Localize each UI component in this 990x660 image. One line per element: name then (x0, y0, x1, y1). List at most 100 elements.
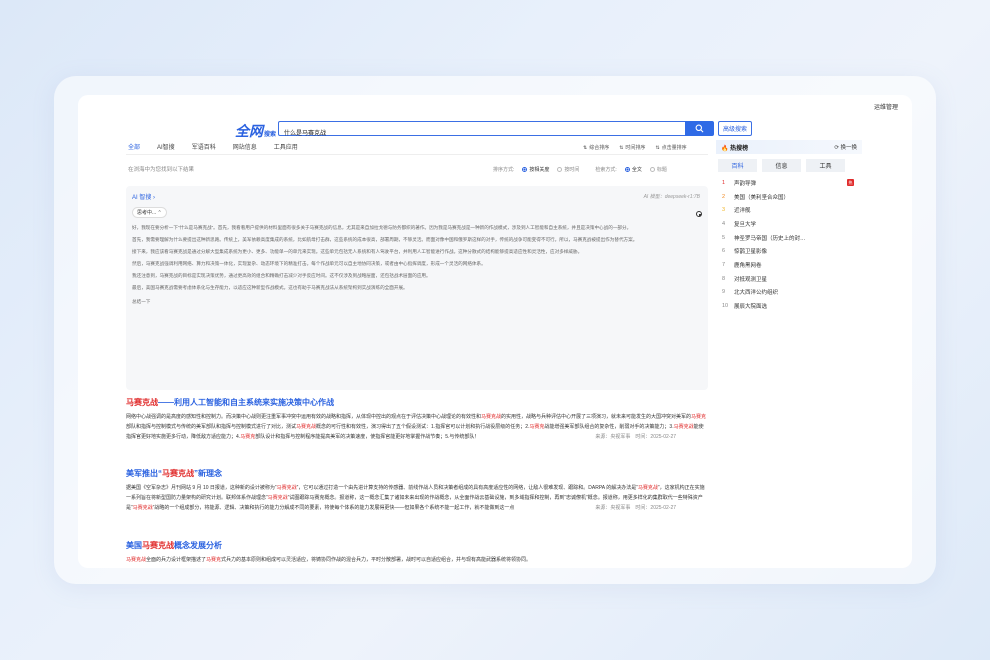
highlight-term: 马赛克战 (673, 424, 694, 430)
snippet-text: 部队和指挥与控制模式与传统的美军部队和指挥与控制模式进行了对比，测试 (126, 424, 297, 430)
search-result: 美国马赛克战概念发展分析 马赛克战全面的兵力设计框架描述了马赛克式兵力的基本原则… (126, 540, 708, 565)
hot-item[interactable]: 9 北大西洋公约组织 (722, 286, 862, 300)
ai-paragraph: 我还注意到，马赛克战的目标是实现决策优势，通过更高效的组合和精确打击减少对手反应… (132, 273, 431, 278)
highlight-term: 马赛克 (691, 414, 707, 420)
ops-management-link[interactable]: 运维管理 (874, 102, 898, 111)
hot-item[interactable]: 7 鹿角黑网卷 (722, 258, 862, 272)
hot-label: 对抵观测卫星 (734, 276, 768, 283)
highlight-term: 马赛克战 (637, 485, 658, 491)
hot-badge: 热 (847, 179, 854, 187)
snippet-text: 全面的兵力设计框架描述了 (146, 557, 207, 563)
search-result: 美军推出“马赛克战”新理念 据美国《空军杂志》月刊网站 9 月 10 日报道，这… (126, 468, 708, 513)
sort-time-radio[interactable]: 按时间 (557, 166, 579, 173)
hot-rank: 1 (722, 179, 726, 186)
result-snippet: 网络中心战强调的是高度的感知性和控制力。而决策中心战则更注重军事冲突中运用有效的… (126, 412, 708, 442)
snippet-text: 网络中心战强调的是高度的感知性和控制力。而决策中心战则更注重军事冲突中运用有效的… (126, 414, 482, 420)
highlight-term: 马赛克战 (132, 505, 153, 511)
result-title-link[interactable]: 马赛克战——利用人工智能和自主系统来实施决策中心作战 (126, 397, 708, 408)
search-box[interactable] (278, 121, 688, 139)
refresh-icon: ⟳ (834, 145, 839, 151)
highlight-term: 马赛克 (240, 434, 256, 440)
ai-paragraph: 然后，马赛克战强调利用网络、算力和决策一体化，实现复杂、动态环境下的精准打击。每… (132, 261, 486, 266)
sort-comprehensive[interactable]: 综合排序 (583, 144, 609, 151)
fire-icon: 🔥 (721, 145, 729, 152)
snippet-text: 据美国《空军杂志》月刊网站 9 月 10 日报道，这种新的设计被称为“ (126, 485, 277, 491)
hot-label: 北大西洋公约组织 (734, 290, 779, 297)
search-input[interactable] (279, 126, 659, 139)
hot-label: 展辰大院面选 (734, 304, 768, 311)
hot-label: 美国（美利坚合众国） (734, 194, 790, 201)
stop-icon[interactable] (696, 211, 702, 217)
site-logo[interactable]: 全网搜索 (235, 121, 276, 141)
hot-tab-encyclopedia[interactable]: 百科 (718, 159, 757, 172)
hot-tab-info[interactable]: 信息 (762, 159, 801, 172)
highlight-term: 马赛克战 (267, 495, 288, 501)
hot-rank: 6 (722, 248, 726, 255)
highlight-term: 马赛克 (206, 557, 222, 563)
snippet-text: ”战略的一个组成部分，将能源、逻辑、决策和执行的能力分解成不同的要素，将使每个体… (152, 505, 515, 511)
ai-model-label: AI 模型：deepseek-r1:7B (643, 194, 700, 200)
search-icon (695, 124, 704, 133)
sort-options: 综合排序 时间排序 点击量排序 (583, 144, 687, 151)
result-source: 来源：央视军事 时间：2025-02-27 (595, 434, 676, 440)
hot-item[interactable]: 10 展辰大院面选 (722, 299, 862, 313)
hot-item[interactable]: 4 复旦大学 (722, 217, 862, 231)
hot-search-header: 🔥 热搜榜 ⟳ 换一换 (716, 140, 862, 154)
hot-item[interactable]: 2 美国（美利坚合众国） (722, 190, 862, 204)
advanced-search-button[interactable]: 高级搜索 (718, 121, 752, 136)
hot-item[interactable]: 6 惊鹊卫星影像 (722, 244, 862, 258)
ai-paragraph: 好，我现在要分析一下“什么是马赛克战”。首先，我看看用户提供的材料里面有很多关于… (132, 225, 632, 230)
result-source: 来源：央视军事 时间：2025-02-27 (595, 505, 676, 511)
hot-item[interactable]: 1 声韵导弹 热 (722, 176, 862, 190)
hot-label: 近洋舰 (734, 208, 751, 215)
snippet-text: 概念的可行性和有效性，演习得出了五个假设测试：1.指挥官可以计划和执行战役层级的… (316, 424, 530, 430)
sort-clicks[interactable]: 点击量排序 (655, 144, 687, 151)
highlight-term: 马赛克战 (296, 424, 317, 430)
hot-tabs: 百科 信息 工具 (716, 159, 862, 172)
highlight-term: 马赛克战 (276, 485, 297, 491)
tabs-divider (126, 154, 708, 155)
hot-label: 神圣罗马帝国（历史上的封… (734, 235, 806, 242)
hot-rank: 5 (722, 234, 726, 241)
result-snippet: 据美国《空军杂志》月刊网站 9 月 10 日报道，这种新的设计被称为“马赛克战”… (126, 483, 708, 513)
sort-time[interactable]: 时间排序 (619, 144, 645, 151)
hot-label: 惊鹊卫星影像 (734, 249, 768, 256)
hot-item[interactable]: 5 神圣罗马帝国（历史上的封… (722, 231, 862, 245)
hot-search-title: 热搜榜 (730, 145, 749, 152)
hot-rank: 8 (722, 275, 726, 282)
hot-item[interactable]: 8 对抵观测卫星 (722, 272, 862, 286)
ai-search-title[interactable]: AI 智搜 › (132, 192, 702, 201)
hot-rank: 9 (722, 289, 726, 296)
sort-relevance-radio[interactable]: 按相关度 (522, 166, 549, 173)
search-button[interactable] (685, 121, 714, 136)
hot-rank: 10 (722, 303, 729, 310)
hot-label: 复旦大学 (734, 221, 757, 228)
snippet-text: 部队设计和指挥与控制程序能提高美军的决策速度，使指挥官能更好地掌握作战节奏；5.… (255, 434, 480, 440)
ai-paragraph: 最后，美国马赛克战需要考虑体系化与生存能力，以适应这种新型作战模式。这也有助于马… (132, 285, 408, 290)
hot-label: 鹿角黑网卷 (734, 262, 762, 269)
thinking-toggle[interactable]: 思考中... ⌃ (132, 207, 167, 218)
hot-item[interactable]: 3 近洋舰 (722, 203, 862, 217)
result-title-link[interactable]: 美国马赛克战概念发展分析 (126, 540, 708, 551)
highlight-term: 马赛克战 (126, 557, 147, 563)
result-count: 在浏海中为您找到以下结果 (128, 167, 195, 173)
title-radio[interactable]: 标题 (649, 166, 667, 173)
search-page: 运维管理 全网搜索 高级搜索 全部 AI智搜 军语百科 网站信息 工具应用 综合… (78, 95, 912, 568)
hot-rank: 7 (722, 261, 726, 268)
search-result: 马赛克战——利用人工智能和自主系统来实施决策中心作战 网络中心战强调的是高度的感… (126, 397, 708, 442)
ai-paragraph: 首先，我需要理解为什么要提出这种新思路。传统上，美军依赖高度集成的系统，比如航母… (132, 237, 638, 242)
hot-tab-tools[interactable]: 工具 (806, 159, 845, 172)
result-title-link[interactable]: 美军推出“马赛克战”新理念 (126, 468, 708, 479)
highlight-term: 马赛克 (529, 424, 545, 430)
snippet-text: 战能增强美军部队组合的复杂性，削弱对手的决策能力；3. (544, 424, 674, 430)
fulltext-radio[interactable]: 全文 (624, 166, 642, 173)
snippet-text: ”，它可以通过打造一个由先进计算支持的传感器、前线作战人员和决策者组成的具有高度… (296, 485, 638, 491)
hot-list: 1 声韵导弹 热 2 美国（美利坚合众国） 3 近洋舰 4 复旦大学 5 神圣罗马帝国（历史上的封…… (716, 176, 862, 313)
highlight-term: 马赛克战 (481, 414, 502, 420)
sort-label: 排序方式: (493, 167, 515, 173)
refresh-button[interactable]: ⟳ 换一换 (834, 143, 857, 151)
hot-rank: 3 (722, 207, 726, 214)
filters: 排序方式: 按相关度 按时间 检索方式: 全文 标题 (493, 166, 667, 173)
hot-search-panel: 🔥 热搜榜 ⟳ 换一换 百科 信息 工具 1 声韵导弹 热 2 美国（美利坚合众国） 3 近… (716, 140, 862, 313)
hot-rank: 4 (722, 220, 726, 227)
